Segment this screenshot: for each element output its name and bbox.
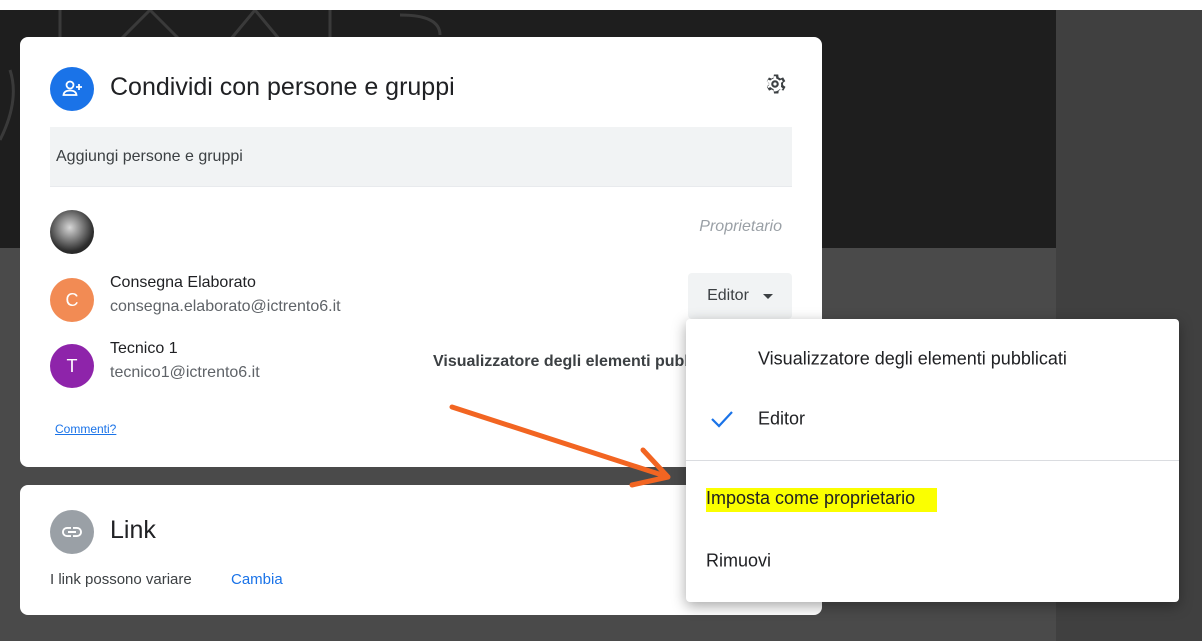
menu-item-make-owner[interactable]: Imposta come proprietario [686, 470, 1179, 530]
menu-item-label: Visualizzatore degli elementi pubblicati [758, 348, 1067, 369]
role-dropdown-label[interactable]: Visualizzatore degli elementi pubblicati [433, 353, 697, 371]
menu-item-label: Editor [758, 408, 806, 429]
add-people-input[interactable] [50, 127, 792, 187]
person-email: tecnico1@ictrento6.it [110, 364, 260, 381]
role-dropdown-label: Editor [707, 287, 749, 304]
link-title: Link [110, 516, 156, 544]
person-name: Tecnico 1 [110, 340, 178, 357]
person-email: consegna.elaborato@ictrento6.it [110, 298, 341, 315]
menu-item-label: Imposta come proprietario [706, 488, 938, 512]
role-dropdown-button[interactable]: Editor [688, 273, 792, 319]
link-icon [50, 510, 94, 554]
person-add-icon [50, 67, 94, 111]
role-menu: Visualizzatore degli elementi pubblicati… [686, 319, 1179, 602]
caret-down-icon [762, 293, 773, 299]
change-link-button[interactable]: Cambia [231, 571, 283, 588]
link-description: I link possono variare [50, 571, 192, 588]
menu-item-viewer[interactable]: Visualizzatore degli elementi pubblicati [686, 329, 1179, 389]
check-icon [711, 411, 733, 428]
menu-divider [686, 460, 1179, 461]
person-row-consegna: C Consegna Elaborato consegna.elaborato@… [50, 273, 792, 323]
share-dialog-title: Condividi con persone e gruppi [110, 73, 455, 101]
gear-icon[interactable] [760, 69, 790, 99]
person-row-tecnico: T Tecnico 1 tecnico1@ictrento6.it Visual… [50, 339, 792, 389]
avatar [50, 210, 94, 254]
owner-role-label: Proprietario [699, 218, 782, 235]
menu-item-editor[interactable]: Editor [686, 389, 1179, 449]
avatar: T [50, 344, 94, 388]
avatar: C [50, 278, 94, 322]
person-row-owner: Proprietario [50, 205, 792, 255]
feedback-link[interactable]: Commenti? [55, 422, 116, 436]
menu-item-remove[interactable]: Rimuovi [686, 531, 1179, 591]
menu-item-label: Rimuovi [706, 550, 772, 571]
person-name: Consegna Elaborato [110, 274, 256, 291]
